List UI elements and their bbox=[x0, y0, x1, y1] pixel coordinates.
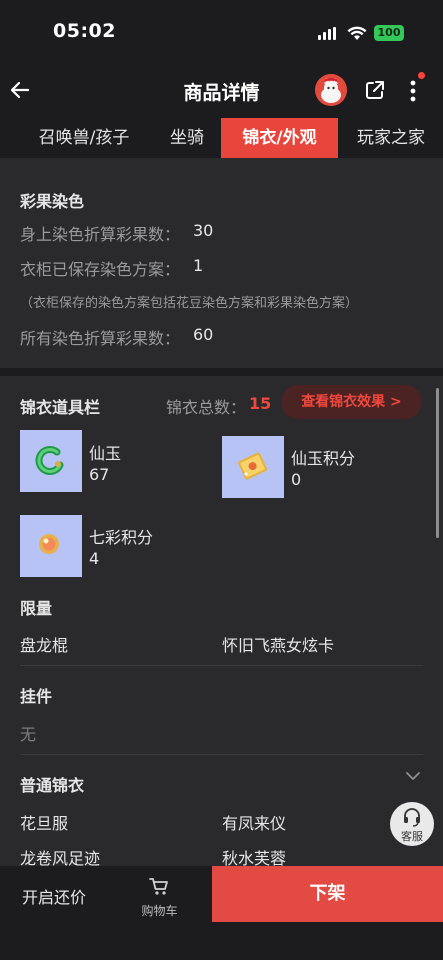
outfit-total-label: 锦衣总数： bbox=[166, 398, 247, 417]
nav-bar: 商品详情 bbox=[0, 66, 443, 116]
item-count: 4 bbox=[89, 549, 100, 568]
item-count: 0 bbox=[291, 470, 302, 489]
jade-icon bbox=[20, 430, 82, 492]
cart-button[interactable]: 购物车 bbox=[108, 866, 211, 924]
dye-note: （衣柜保存的染色方案包括花豆染色方案和彩果染色方案） bbox=[20, 296, 359, 311]
chevron-down-icon[interactable] bbox=[405, 770, 421, 782]
item-name: 仙玉 bbox=[89, 444, 122, 463]
status-bar: 05:02 100 bbox=[0, 0, 443, 66]
tab-mounts[interactable]: 坐骑 bbox=[156, 118, 218, 158]
status-time: 05:02 bbox=[53, 20, 116, 42]
view-outfit-effect-button[interactable]: 查看锦衣效果 > bbox=[281, 385, 422, 419]
normal-outfit-title: 普通锦衣 bbox=[20, 776, 85, 795]
delist-button[interactable]: 下架 bbox=[212, 866, 443, 922]
ticket-icon bbox=[222, 436, 284, 498]
scrollbar[interactable] bbox=[436, 388, 439, 538]
normal-outfit-item: 有凤来仪 bbox=[222, 814, 287, 833]
cart-label: 购物车 bbox=[141, 904, 178, 918]
limited-title: 限量 bbox=[20, 599, 53, 618]
dye-body-value: 30 bbox=[193, 221, 214, 240]
item-name: 仙玉积分 bbox=[291, 449, 356, 468]
avatar[interactable] bbox=[315, 74, 347, 106]
item-name: 七彩积分 bbox=[89, 528, 154, 547]
outfit-total-value: 15 bbox=[249, 394, 272, 413]
dye-section: 彩果染色 身上染色折算彩果数： 30 衣柜已保存染色方案： 1 （衣柜保存的染色… bbox=[0, 158, 443, 368]
dye-total-value: 60 bbox=[193, 325, 214, 344]
headset-icon bbox=[404, 808, 420, 827]
more-options-icon[interactable] bbox=[404, 78, 422, 104]
customer-service-button[interactable]: 客服 bbox=[390, 802, 434, 846]
customer-service-label: 客服 bbox=[401, 830, 423, 843]
battery-indicator: 100 bbox=[374, 25, 404, 41]
normal-outfit-item: 花旦服 bbox=[20, 814, 69, 833]
enable-bargain-button[interactable]: 开启还价 bbox=[22, 884, 86, 908]
dye-title: 彩果染色 bbox=[20, 192, 85, 211]
notification-dot bbox=[418, 72, 425, 79]
category-tabs: 召唤兽/孩子 坐骑 锦衣/外观 玩家之家 bbox=[0, 118, 443, 158]
item-count: 67 bbox=[89, 465, 110, 484]
pendant-value: 无 bbox=[20, 725, 37, 744]
limited-item: 盘龙棍 bbox=[20, 636, 69, 655]
pendant-title: 挂件 bbox=[20, 687, 53, 706]
wifi-icon bbox=[347, 26, 367, 40]
dye-wardrobe-label: 衣柜已保存染色方案： bbox=[20, 260, 181, 279]
props-title: 锦衣道具栏 bbox=[20, 398, 101, 417]
outfit-section: 锦衣道具栏 锦衣总数： 15 查看锦衣效果 > 仙玉 67 仙玉积分 0 七彩积… bbox=[0, 376, 443, 868]
cart-icon bbox=[149, 878, 168, 895]
tab-outfits[interactable]: 锦衣/外观 bbox=[221, 118, 338, 158]
bottom-action-bar: 开启还价 购物车 下架 bbox=[0, 866, 443, 960]
tab-pets[interactable]: 召唤兽/孩子 bbox=[22, 118, 146, 158]
orb-icon bbox=[20, 515, 82, 577]
share-icon[interactable] bbox=[364, 79, 386, 101]
limited-item: 怀旧飞燕女炫卡 bbox=[222, 636, 335, 655]
divider bbox=[20, 665, 423, 666]
dye-total-label: 所有染色折算彩果数： bbox=[20, 329, 181, 348]
divider bbox=[20, 754, 423, 755]
dye-body-label: 身上染色折算彩果数： bbox=[20, 225, 181, 244]
signal-icon bbox=[318, 27, 338, 40]
dye-wardrobe-value: 1 bbox=[193, 256, 204, 275]
tab-home[interactable]: 玩家之家 bbox=[346, 118, 436, 158]
